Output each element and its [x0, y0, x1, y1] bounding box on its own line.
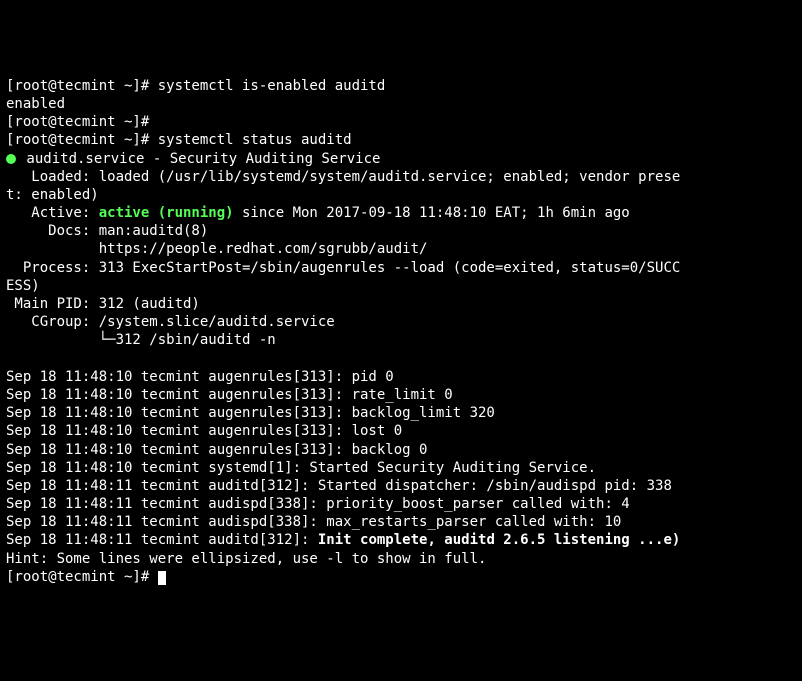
text-span: Sep 18 11:48:11 tecmint auditd[312]: — [6, 532, 318, 548]
terminal-line: enabled — [6, 95, 796, 113]
text-span: Sep 18 11:48:10 tecmint systemd[1]: Star… — [6, 460, 596, 476]
text-span: Active: — [6, 205, 99, 221]
terminal-line: Sep 18 11:48:11 tecmint audispd[338]: pr… — [6, 495, 796, 513]
text-span: CGroup: /system.slice/auditd.service — [6, 314, 335, 330]
text-span: [root@tecmint ~]# — [6, 114, 158, 130]
terminal-line: [root@tecmint ~]# — [6, 568, 796, 586]
text-span: t: enabled) — [6, 187, 99, 203]
text-span: Sep 18 11:48:11 tecmint auditd[312]: Sta… — [6, 478, 672, 494]
text-span: Main PID: 312 (auditd) — [6, 296, 200, 312]
terminal-line: Active: active (running) since Mon 2017-… — [6, 204, 796, 222]
terminal-line — [6, 350, 796, 368]
terminal-line: Sep 18 11:48:10 tecmint augenrules[313]:… — [6, 422, 796, 440]
terminal-line: Sep 18 11:48:11 tecmint auditd[312]: Ini… — [6, 531, 796, 549]
terminal-line: Sep 18 11:48:10 tecmint augenrules[313]:… — [6, 404, 796, 422]
terminal-line: Docs: man:auditd(8) — [6, 222, 796, 240]
terminal-line: Sep 18 11:48:11 tecmint auditd[312]: Sta… — [6, 477, 796, 495]
terminal-line: Loaded: loaded (/usr/lib/systemd/system/… — [6, 168, 796, 186]
text-span: Sep 18 11:48:11 tecmint audispd[338]: ma… — [6, 514, 621, 530]
terminal-line: [root@tecmint ~]# systemctl is-enabled a… — [6, 77, 796, 95]
text-span: auditd.service - Security Auditing Servi… — [18, 151, 380, 167]
terminal-line: ESS) — [6, 277, 796, 295]
text-span: Sep 18 11:48:10 tecmint augenrules[313]:… — [6, 442, 427, 458]
terminal-line: t: enabled) — [6, 186, 796, 204]
text-span: Sep 18 11:48:10 tecmint augenrules[313]:… — [6, 405, 495, 421]
text-span: Sep 18 11:48:10 tecmint augenrules[313]:… — [6, 423, 402, 439]
text-span: Sep 18 11:48:10 tecmint augenrules[313]:… — [6, 387, 453, 403]
terminal-line: └─312 /sbin/auditd -n — [6, 331, 796, 349]
text-span: [root@tecmint ~]# systemctl status audit… — [6, 132, 352, 148]
cursor-icon — [158, 571, 166, 585]
terminal-line: auditd.service - Security Auditing Servi… — [6, 150, 796, 168]
text-span: [root@tecmint ~]# — [6, 569, 158, 585]
terminal-line: [root@tecmint ~]# — [6, 113, 796, 131]
text-span: Hint: Some lines were ellipsized, use -l… — [6, 551, 486, 567]
text-span: └─312 /sbin/auditd -n — [6, 332, 276, 348]
text-span: Process: 313 ExecStartPost=/sbin/augenru… — [6, 260, 680, 276]
text-span: enabled — [6, 96, 65, 112]
terminal-line: Sep 18 11:48:10 tecmint augenrules[313]:… — [6, 441, 796, 459]
terminal-line: Sep 18 11:48:10 tecmint augenrules[313]:… — [6, 386, 796, 404]
text-span: active (running) — [99, 205, 234, 221]
terminal-line: CGroup: /system.slice/auditd.service — [6, 313, 796, 331]
status-dot-icon — [6, 154, 16, 164]
terminal-line: [root@tecmint ~]# systemctl status audit… — [6, 131, 796, 149]
terminal-line: https://people.redhat.com/sgrubb/audit/ — [6, 240, 796, 258]
terminal-line: Sep 18 11:48:11 tecmint audispd[338]: ma… — [6, 513, 796, 531]
text-span: Init complete, auditd 2.6.5 listening ..… — [318, 532, 680, 548]
terminal-output[interactable]: [root@tecmint ~]# systemctl is-enabled a… — [6, 77, 796, 586]
terminal-line: Process: 313 ExecStartPost=/sbin/augenru… — [6, 259, 796, 277]
text-span: [root@tecmint ~]# systemctl is-enabled a… — [6, 78, 385, 94]
text-span: ESS) — [6, 278, 40, 294]
text-span: https://people.redhat.com/sgrubb/audit/ — [6, 241, 427, 257]
text-span: Sep 18 11:48:10 tecmint augenrules[313]:… — [6, 369, 394, 385]
terminal-line: Sep 18 11:48:10 tecmint systemd[1]: Star… — [6, 459, 796, 477]
terminal-line: Hint: Some lines were ellipsized, use -l… — [6, 550, 796, 568]
text-span — [6, 351, 14, 367]
text-span: Sep 18 11:48:11 tecmint audispd[338]: pr… — [6, 496, 630, 512]
terminal-line: Sep 18 11:48:10 tecmint augenrules[313]:… — [6, 368, 796, 386]
text-span: Docs: man:auditd(8) — [6, 223, 208, 239]
terminal-line: Main PID: 312 (auditd) — [6, 295, 796, 313]
text-span: since Mon 2017-09-18 11:48:10 EAT; 1h 6m… — [234, 205, 630, 221]
text-span: Loaded: loaded (/usr/lib/systemd/system/… — [6, 169, 680, 185]
